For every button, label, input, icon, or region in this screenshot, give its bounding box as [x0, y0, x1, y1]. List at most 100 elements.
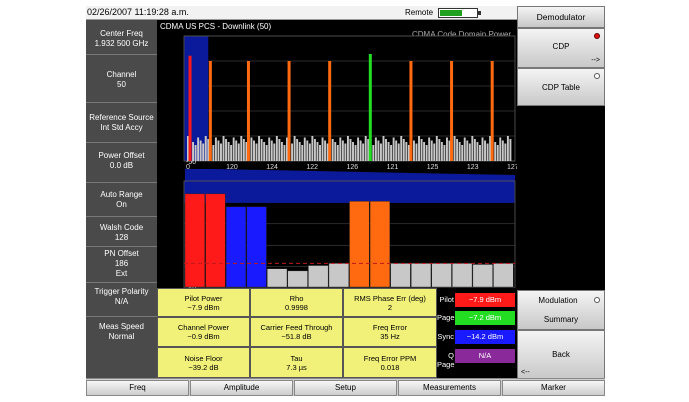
bottom-chart-bar: [205, 193, 226, 288]
top-chart-bar: [265, 145, 268, 161]
bottom-menu-bar: Freq Amplitude Setup Measurements Marker: [86, 378, 605, 396]
top-chart-bar: [445, 137, 448, 161]
freq-tab[interactable]: Freq: [86, 380, 189, 396]
top-chart-bar: [415, 143, 418, 161]
top-chart-bar: [253, 140, 255, 161]
cdp-table-key[interactable]: CDP Table: [517, 68, 605, 106]
top-chart-bar: [456, 139, 459, 161]
top-chart-bar: [220, 143, 222, 161]
tau-cell: Tau 7.3 µs: [250, 347, 343, 378]
top-chart-bar: [428, 137, 431, 161]
top-chart-bar: [420, 139, 423, 161]
sync-code-label: Sync: [437, 332, 454, 341]
rho-label: Rho: [289, 294, 304, 303]
top-chart-bar: [438, 139, 441, 161]
top-chart-bar: [260, 139, 263, 161]
top-chart-x-tick-label: 124: [266, 164, 278, 171]
top-chart-bar: [339, 137, 342, 161]
top-chart-bar: [258, 136, 261, 161]
top-chart-bar: [197, 137, 200, 161]
top-chart-bar: [192, 142, 195, 161]
top-chart-bar: [298, 142, 301, 161]
top-chart-bar: [255, 143, 258, 161]
top-chart-bar: [296, 139, 299, 161]
top-chart-bar: [301, 145, 304, 161]
top-chart-bar: [263, 142, 266, 161]
top-chart-bar: [453, 136, 456, 161]
top-chart-bar: [458, 142, 461, 161]
top-chart-bar: [212, 145, 215, 161]
sync-code-value: −14.2 dBm: [455, 330, 515, 344]
pilot-power-value: −7.9 dBm: [187, 303, 220, 312]
bottom-chart-bar: [431, 263, 452, 288]
top-chart-bar: [273, 143, 276, 161]
top-chart-bar: [390, 145, 393, 161]
top-chart-bar: [499, 137, 502, 161]
channel-power-value: −0.9 dBm: [187, 332, 220, 341]
top-chart-bar: [478, 145, 481, 161]
top-chart-bar: [328, 61, 332, 161]
rho-cell: Rho 0.9998: [250, 288, 343, 317]
top-chart-bar: [240, 136, 243, 161]
top-chart-bar: [232, 137, 235, 161]
top-chart-bar: [188, 55, 192, 161]
right-softkey-panel: Demodulator CDP --> CDP Table Modulation…: [517, 6, 605, 384]
top-chart-bar: [199, 140, 202, 161]
pilot-code-value: −7.9 dBm: [455, 293, 515, 307]
top-chart-bar: [208, 61, 212, 161]
bottom-chart-bar: [184, 193, 205, 288]
modulation-summary-key[interactable]: Modulation Summary: [517, 290, 605, 330]
bottom-chart-bar: [410, 263, 432, 288]
bottom-chart-bar: [349, 201, 370, 288]
top-chart-bar: [268, 137, 271, 161]
freq-error-ppm-value: 0.018: [380, 363, 400, 372]
top-chart-bar: [463, 137, 466, 161]
top-chart-bar: [303, 137, 306, 161]
top-chart-bar: [425, 145, 428, 161]
top-chart-bar: [311, 136, 314, 161]
cdp-submenu-arrow: -->: [591, 57, 600, 64]
top-chart-bar: [501, 140, 504, 161]
setup-tab[interactable]: Setup: [294, 380, 397, 396]
summary-label: Summary: [543, 315, 579, 324]
top-chart-bar: [354, 145, 357, 161]
top-chart-bar: [324, 140, 327, 161]
bottom-chart-bar: [225, 206, 247, 288]
top-chart-bar: [242, 139, 245, 161]
top-chart-bar: [405, 142, 408, 161]
top-chart-bar: [490, 61, 494, 161]
bottom-chart-bar: [308, 265, 329, 288]
bottom-chart-bar: [246, 206, 267, 288]
noise-floor-label: Noise Floor: [184, 354, 223, 363]
pilot-power-label: Pilot Power: [184, 294, 223, 303]
top-chart-bar: [346, 136, 349, 161]
page-code-value: −7.2 dBm: [455, 311, 515, 325]
top-chart-bar: [423, 142, 426, 161]
top-chart-bar: [334, 142, 337, 161]
meas-speed-key[interactable]: Meas Speed Normal: [86, 316, 157, 356]
measurements-tab[interactable]: Measurements: [398, 380, 501, 396]
top-chart-bar: [400, 136, 403, 161]
qpage-code-label: Q Page: [437, 351, 455, 369]
top-chart-bar: [435, 136, 438, 161]
carrier-feed-through-value: −51.8 dB: [281, 332, 312, 341]
top-chart-bar: [496, 145, 499, 161]
top-chart-bar: [352, 142, 354, 161]
top-chart-bar: [377, 140, 380, 161]
back-label: Back: [552, 350, 570, 359]
back-key[interactable]: Back <--: [517, 330, 605, 380]
cdp-table-label: CDP Table: [542, 83, 580, 92]
top-chart-bar: [509, 139, 512, 161]
amplitude-tab[interactable]: Amplitude: [190, 380, 293, 396]
bottom-chart-bar: [390, 263, 411, 288]
top-chart-bar: [374, 137, 377, 161]
cdp-key[interactable]: CDP -->: [517, 28, 605, 68]
top-chart-bar: [382, 136, 385, 161]
top-chart-bar: [412, 140, 415, 161]
top-chart-bar: [359, 140, 362, 161]
bottom-chart-bar: [267, 268, 288, 288]
noise-floor-cell: Noise Floor −39.2 dB: [157, 347, 250, 378]
bottom-chart-bar: [493, 263, 514, 288]
marker-tab[interactable]: Marker: [502, 380, 605, 396]
top-chart-bar: [225, 139, 228, 161]
